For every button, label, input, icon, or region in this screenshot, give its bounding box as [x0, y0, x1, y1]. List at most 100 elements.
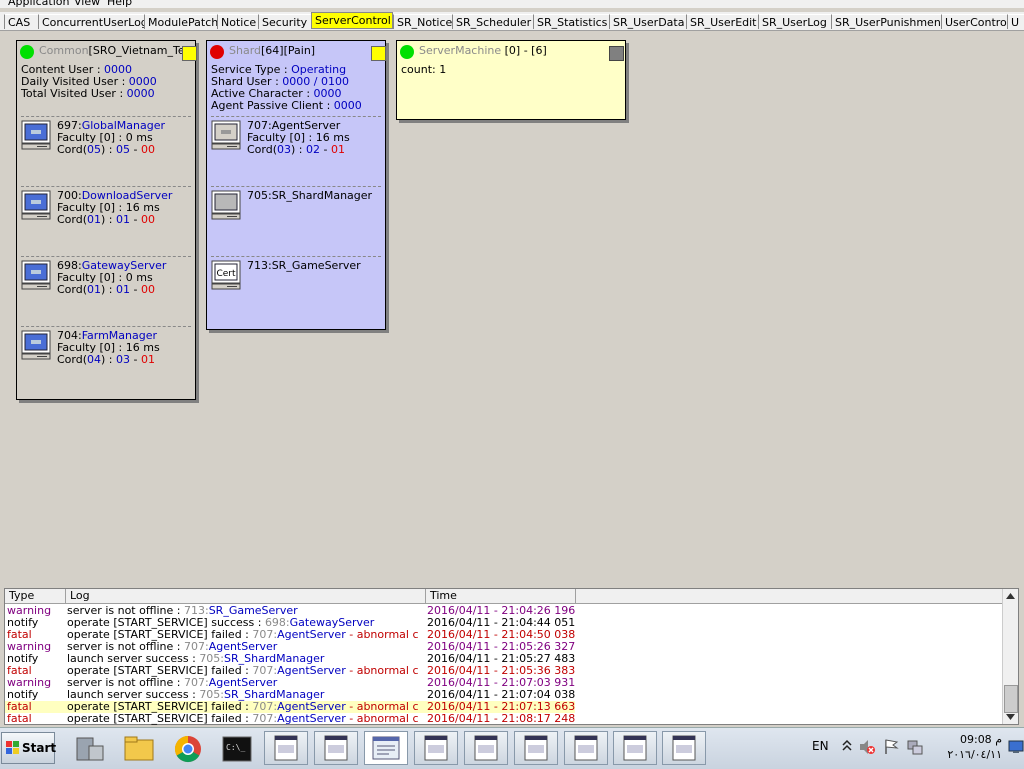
status-green-icon	[20, 45, 34, 59]
log-scrollbar[interactable]	[1002, 589, 1018, 724]
server-cord: Cord(04) : 03 - 01	[57, 353, 155, 366]
network-icon[interactable]	[906, 738, 924, 756]
app-window-icon	[623, 735, 647, 761]
taskbar-active-window[interactable]	[364, 731, 408, 765]
log-col-type[interactable]: Type	[5, 589, 66, 603]
divider	[21, 186, 191, 187]
show-desktop-icon[interactable]	[1008, 740, 1024, 754]
log-col-time[interactable]: Time	[426, 589, 576, 603]
status-red-icon	[210, 45, 224, 59]
tab-usercontrol[interactable]: UserControl	[941, 14, 1007, 29]
taskbar-app-window[interactable]	[662, 731, 706, 765]
tab-sr-userpunishment[interactable]: SR_UserPunishment	[831, 14, 941, 29]
server-cord: Cord(03) : 02 - 01	[247, 143, 345, 156]
show-hidden-icons-icon[interactable]	[842, 739, 852, 753]
app-window-icon	[274, 735, 298, 761]
start-label: Start	[22, 741, 57, 755]
tab-modulepatch[interactable]: ModulePatch	[144, 14, 217, 29]
taskbar-app-window[interactable]	[264, 731, 308, 765]
app-window-icon	[574, 735, 598, 761]
machine-status-square-icon	[609, 46, 624, 61]
monitor-icon[interactable]	[21, 190, 51, 220]
action-center-flag-icon[interactable]	[882, 738, 900, 756]
clock-time[interactable]: 09:08 م	[932, 733, 1002, 746]
scroll-down-icon[interactable]	[1005, 711, 1016, 722]
system-tray: EN 09:08 م ٢٠١٦/٠٤/١١	[810, 728, 1024, 769]
server-cord: Cord(01) : 01 - 00	[57, 213, 155, 226]
taskbar-server-manager[interactable]	[66, 731, 110, 765]
cert-monitor-icon[interactable]: Cert	[211, 260, 241, 290]
app-window-icon	[324, 735, 348, 761]
clock-date[interactable]: ٢٠١٦/٠٤/١١	[932, 748, 1002, 761]
common-panel[interactable]: Common[SRO_Vietnam_TestL Content User : …	[16, 40, 197, 400]
windows-logo-icon	[6, 741, 19, 754]
taskbar-chrome[interactable]	[165, 731, 209, 765]
server-manager-icon	[76, 737, 104, 761]
tab-sr-useredit[interactable]: SR_UserEdit	[686, 14, 758, 29]
app-window-icon	[424, 735, 448, 761]
taskbar-explorer[interactable]	[116, 731, 160, 765]
menu-bar: Application View Help	[0, 0, 1024, 8]
taskbar-app-window[interactable]	[514, 731, 558, 765]
log-col-log[interactable]: Log	[66, 589, 426, 603]
scroll-up-icon[interactable]	[1005, 591, 1016, 602]
terminal-icon: C:\_	[222, 736, 252, 762]
chrome-icon	[174, 735, 201, 763]
tab-sr-scheduler[interactable]: SR_Scheduler	[452, 14, 533, 29]
tab-sr-userdata[interactable]: SR_UserData	[609, 14, 686, 29]
scroll-thumb[interactable]	[1004, 685, 1018, 713]
svg-text:C:\_: C:\_	[226, 743, 245, 752]
taskbar: Start C:\_ EN 09:08 م ٢٠١٦/٠٤/١١	[0, 727, 1024, 769]
monitor-icon[interactable]	[21, 330, 51, 360]
tab-cas[interactable]: CAS	[4, 14, 38, 29]
taskbar-app-window[interactable]	[464, 731, 508, 765]
total-visited-line: Total Visited User : 0000	[21, 87, 155, 100]
status-green-icon	[400, 45, 414, 59]
tab-sr-notice[interactable]: SR_Notice	[393, 14, 452, 29]
folder-icon	[124, 736, 154, 761]
tab-servercontrol[interactable]: ServerControl	[311, 12, 393, 29]
taskbar-app-window[interactable]	[564, 731, 608, 765]
language-indicator[interactable]: EN	[812, 739, 829, 753]
app-window-icon	[524, 735, 548, 761]
shard-status-square-icon	[371, 46, 386, 61]
monitor-off-icon[interactable]	[211, 190, 241, 220]
tab-security[interactable]: Security	[258, 14, 311, 29]
taskbar-app-window[interactable]	[314, 731, 358, 765]
server-title[interactable]: 713:SR_GameServer	[247, 260, 361, 272]
tab-overflow[interactable]: U	[1007, 14, 1024, 29]
log-list[interactable]: Type Log Time warning server is not offli…	[4, 588, 1019, 725]
tab-notice[interactable]: Notice	[217, 14, 258, 29]
tab-sr-statistics[interactable]: SR_Statistics	[533, 14, 609, 29]
server-canvas: Common[SRO_Vietnam_TestL Content User : …	[0, 31, 1024, 586]
server-machine-panel[interactable]: ServerMachine [0] - [6] count: 1	[396, 40, 626, 120]
tab-concurrentuserlog[interactable]: ConcurrentUserLog	[38, 14, 144, 29]
shard-panel[interactable]: Shard[64][Pain] Service Type : Operating…	[206, 40, 386, 330]
monitor-icon[interactable]	[21, 260, 51, 290]
menu-help[interactable]: Help	[107, 0, 132, 8]
menu-view[interactable]: View	[74, 0, 100, 8]
divider	[21, 116, 191, 117]
monitor-icon[interactable]	[21, 120, 51, 150]
shard-title: Shard[64][Pain]	[229, 45, 316, 57]
menu-application[interactable]: Application	[8, 0, 69, 8]
log-row[interactable]: fatal operate [START_SERVICE] failed : 70…	[5, 713, 1003, 725]
tab-sr-userlog[interactable]: SR_UserLog	[758, 14, 831, 29]
taskbar-app-window[interactable]	[613, 731, 657, 765]
app-window-icon	[474, 735, 498, 761]
document-window-icon	[372, 736, 400, 760]
divider	[211, 186, 381, 187]
start-button[interactable]: Start	[1, 732, 57, 764]
log-header: Type Log Time	[5, 589, 1003, 604]
server-cord: Cord(01) : 01 - 00	[57, 283, 155, 296]
agent-passive-line: Agent Passive Client : 0000	[211, 99, 362, 112]
machine-count: count: 1	[401, 63, 447, 76]
server-title[interactable]: 705:SR_ShardManager	[247, 190, 372, 202]
monitor-icon[interactable]	[211, 120, 241, 150]
taskbar-cmd[interactable]: C:\_	[214, 731, 258, 765]
cert-label: Cert	[216, 269, 236, 279]
taskbar-app-window[interactable]	[414, 731, 458, 765]
volume-muted-icon[interactable]	[858, 738, 876, 756]
app-window-icon	[672, 735, 696, 761]
common-status-square-icon	[182, 46, 197, 61]
